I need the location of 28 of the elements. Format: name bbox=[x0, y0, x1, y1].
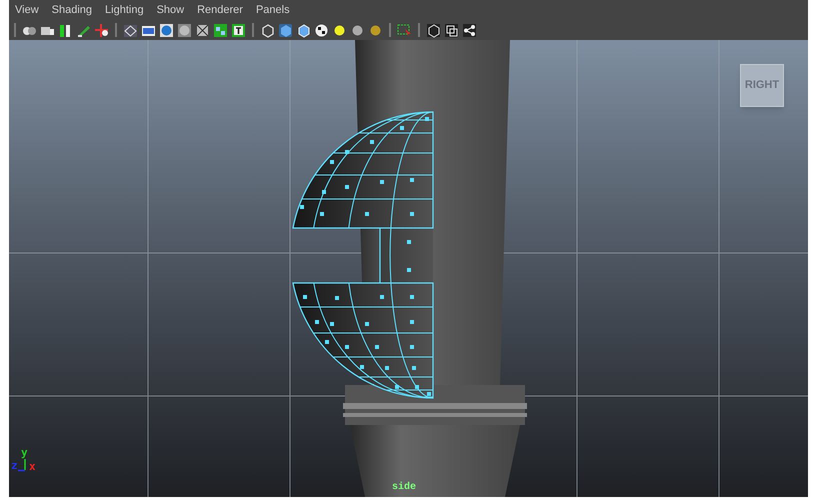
selection-cursor-icon[interactable] bbox=[397, 22, 412, 38]
circle-icon[interactable] bbox=[177, 22, 192, 38]
viewport[interactable]: RIGHT side y z x bbox=[9, 40, 808, 497]
ball-icon[interactable] bbox=[368, 22, 383, 38]
camera-label: side bbox=[392, 480, 416, 495]
checker-ball-icon[interactable] bbox=[314, 22, 329, 38]
axis-gizmo-icon bbox=[18, 458, 26, 472]
pivot-icon[interactable] bbox=[94, 22, 109, 38]
wireframe-cube-icon[interactable] bbox=[260, 22, 275, 38]
text-icon[interactable] bbox=[231, 22, 246, 38]
crossed-square-icon[interactable] bbox=[195, 22, 210, 38]
axis-label: y bbox=[21, 447, 28, 458]
axis-label: x bbox=[29, 461, 36, 472]
menu-item[interactable]: Lighting bbox=[105, 2, 144, 18]
shaded-cube-icon[interactable] bbox=[278, 22, 293, 38]
menu-item[interactable]: Renderer bbox=[197, 2, 243, 18]
menu-item[interactable]: Shading bbox=[52, 2, 92, 18]
sphere-icon[interactable] bbox=[159, 22, 174, 38]
menu-item[interactable]: View bbox=[15, 2, 39, 18]
ball-icon[interactable] bbox=[350, 22, 365, 38]
squares-icon[interactable] bbox=[444, 22, 459, 38]
menu-item[interactable]: Show bbox=[156, 2, 184, 18]
menu-item[interactable]: Panels bbox=[256, 2, 290, 18]
isolate-cube-icon[interactable] bbox=[426, 22, 441, 38]
nodes-icon[interactable] bbox=[213, 22, 228, 38]
shaded-cube-icon[interactable] bbox=[296, 22, 311, 38]
axis-label: z bbox=[11, 460, 18, 471]
share-icon[interactable] bbox=[462, 22, 477, 38]
